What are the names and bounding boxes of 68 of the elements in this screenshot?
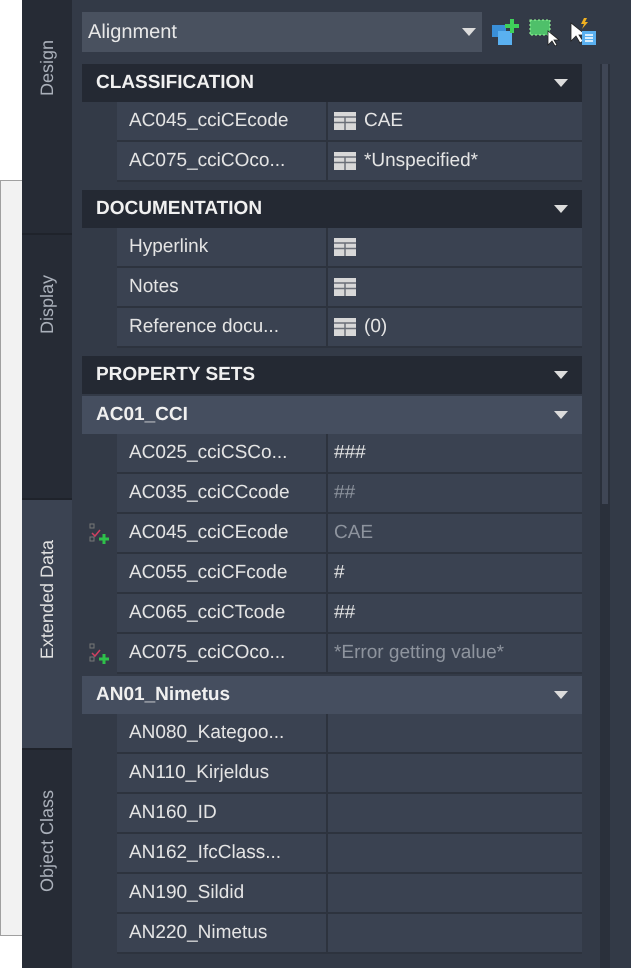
property-name-cell: AN080_Kategoo...	[117, 714, 328, 754]
property-value-cell[interactable]	[328, 228, 582, 268]
object-type-dropdown[interactable]: Alignment	[82, 12, 482, 52]
category-header[interactable]: DOCUMENTATION	[82, 190, 582, 228]
table-icon[interactable]	[334, 278, 356, 296]
property-name-cell: AC065_cciCTcode	[117, 594, 328, 634]
table-icon[interactable]	[334, 152, 356, 170]
section-title: AC01_CCI	[96, 402, 188, 427]
property-name-cell: AN190_Sildid	[117, 874, 328, 914]
section-title: DOCUMENTATION	[96, 196, 262, 221]
property-name-cell: AN160_ID	[117, 794, 328, 834]
override-check-plus-icon	[88, 643, 110, 665]
property-name-cell: AC045_cciCEcode	[117, 102, 328, 142]
property-value: CAE	[334, 520, 374, 545]
quick-select-icon[interactable]	[568, 17, 598, 47]
property-value-cell[interactable]	[328, 268, 582, 308]
property-set-header[interactable]: AN01_Nimetus	[82, 676, 582, 714]
table-icon[interactable]	[334, 318, 356, 336]
property-name-cell: AC075_cciCOco...	[117, 634, 328, 674]
category-header[interactable]: CLASSIFICATION	[82, 64, 582, 102]
property-value: ##	[334, 600, 356, 625]
property-value: ##	[334, 480, 356, 505]
property-name-cell: Notes	[117, 268, 328, 308]
property-name-cell: AN110_Kirjeldus	[117, 754, 328, 794]
property-name-cell: AC035_cciCCcode	[117, 474, 328, 514]
property-value-cell[interactable]: (0)	[328, 308, 582, 348]
dropdown-value: Alignment	[88, 20, 177, 45]
property-value-cell[interactable]: CAE	[328, 102, 582, 142]
property-value-cell[interactable]: ###	[328, 434, 582, 474]
property-value-cell[interactable]: ##	[328, 594, 582, 634]
property-value: ###	[334, 440, 366, 465]
property-name-cell: AN162_IfcClass...	[117, 834, 328, 874]
select-objects-icon[interactable]	[528, 17, 560, 47]
side-tab[interactable]: Design	[22, 0, 72, 235]
property-name-cell: Reference docu...	[117, 308, 328, 348]
collapse-caret-icon[interactable]	[554, 411, 568, 419]
table-icon[interactable]	[334, 238, 356, 256]
scrollbar-thumb[interactable]	[602, 64, 608, 504]
property-value: #	[334, 560, 345, 585]
property-value: (0)	[364, 314, 388, 339]
property-name-cell: AC075_cciCOco...	[117, 142, 328, 182]
property-value-cell[interactable]: *Unspecified*	[328, 142, 582, 182]
section-title: PROPERTY SETS	[96, 362, 256, 387]
collapse-caret-icon[interactable]	[554, 691, 568, 699]
property-name-cell: AC055_cciCFcode	[117, 554, 328, 594]
property-value: *Error getting value*	[334, 640, 504, 665]
section-title: CLASSIFICATION	[96, 70, 254, 95]
property-value-cell[interactable]: #	[328, 554, 582, 594]
property-value: *Unspecified*	[364, 148, 478, 173]
collapse-caret-icon[interactable]	[554, 205, 568, 213]
override-check-plus-icon	[88, 523, 110, 545]
category-header[interactable]: PROPERTY SETS	[82, 356, 582, 394]
add-block-icon[interactable]	[490, 17, 520, 47]
property-value: CAE	[364, 108, 404, 133]
collapse-caret-icon[interactable]	[554, 79, 568, 87]
property-name-cell: AN220_Nimetus	[117, 914, 328, 954]
section-title: AN01_Nimetus	[96, 682, 230, 707]
property-name-cell: Hyperlink	[117, 228, 328, 268]
collapse-caret-icon[interactable]	[554, 371, 568, 379]
property-name-cell: AC025_cciCSCo...	[117, 434, 328, 474]
side-tab[interactable]: Object Class	[22, 750, 72, 968]
side-tab[interactable]: Extended Data	[22, 500, 72, 750]
property-name-cell: AC045_cciCEcode	[117, 514, 328, 554]
table-icon[interactable]	[334, 112, 356, 130]
caret-icon	[462, 28, 476, 36]
property-value-cell[interactable]	[328, 714, 582, 754]
property-set-header[interactable]: AC01_CCI	[82, 396, 582, 434]
side-tab[interactable]: Display	[22, 235, 72, 500]
